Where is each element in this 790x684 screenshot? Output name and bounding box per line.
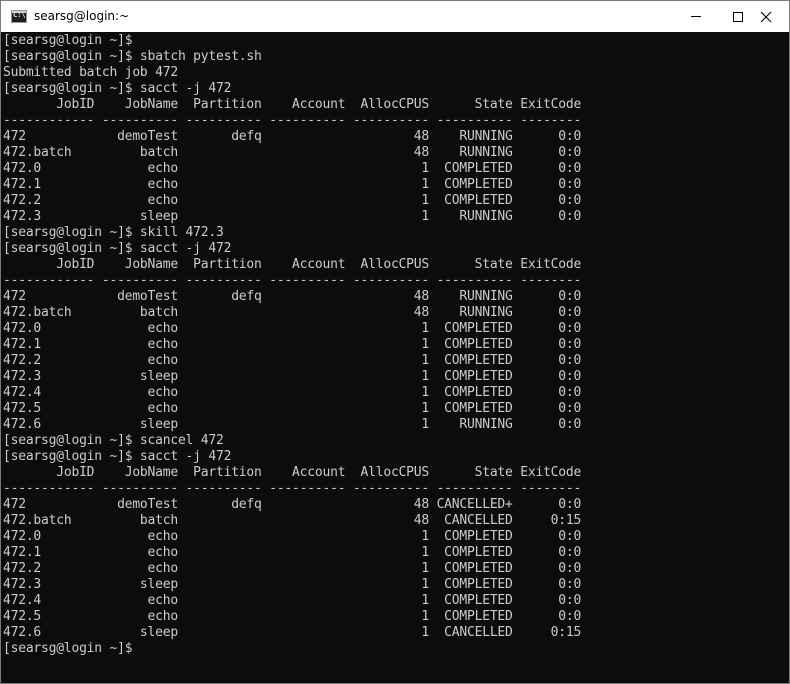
- console-line: 472.1 echo 1 COMPLETED 0:0: [3, 177, 582, 192]
- console-line: ------------ ---------- ---------- -----…: [3, 113, 582, 128]
- console-line: [searsg@login ~]$: [3, 641, 133, 656]
- console-line: JobID JobName Partition Account AllocCPU…: [3, 465, 582, 480]
- console-line: 472.3 sleep 1 COMPLETED 0:0: [3, 577, 582, 592]
- console-line: 472.0 echo 1 COMPLETED 0:0: [3, 161, 582, 176]
- console-line: 472.2 echo 1 COMPLETED 0:0: [3, 193, 582, 208]
- console-line: 472.4 echo 1 COMPLETED 0:0: [3, 385, 582, 400]
- console-line: 472.3 sleep 1 RUNNING 0:0: [3, 209, 582, 224]
- close-icon: [760, 11, 772, 22]
- console-line: 472.0 echo 1 COMPLETED 0:0: [3, 321, 582, 336]
- console-line: [searsg@login ~]$ sbatch pytest.sh: [3, 49, 262, 64]
- console-line: [searsg@login ~]$ sacct -j 472: [3, 81, 232, 96]
- console-line: 472.batch batch 48 RUNNING 0:0: [3, 305, 582, 320]
- console-line: 472.5 echo 1 COMPLETED 0:0: [3, 609, 582, 624]
- console-line: ------------ ---------- ---------- -----…: [3, 273, 582, 288]
- terminal-window: C:\. searsg@login:~ [searsg@login ~]$ [se…: [0, 0, 790, 684]
- console-line: 472.6 sleep 1 RUNNING 0:0: [3, 417, 582, 432]
- console-line: 472.1 echo 1 COMPLETED 0:0: [3, 337, 582, 352]
- app-icon-label: C:\.: [13, 11, 30, 19]
- close-button[interactable]: [743, 1, 789, 32]
- console-line: ------------ ---------- ---------- -----…: [3, 481, 582, 496]
- console-line: 472.2 echo 1 COMPLETED 0:0: [3, 353, 582, 368]
- console-line: 472.batch batch 48 RUNNING 0:0: [3, 145, 582, 160]
- console-line: 472.4 echo 1 COMPLETED 0:0: [3, 593, 582, 608]
- console-line: 472.0 echo 1 COMPLETED 0:0: [3, 529, 582, 544]
- console-line: 472 demoTest defq 48 RUNNING 0:0: [3, 129, 582, 144]
- console-line: 472 demoTest defq 48 RUNNING 0:0: [3, 289, 582, 304]
- console-lines: [searsg@login ~]$ [searsg@login ~]$ sbatc…: [3, 33, 581, 657]
- console-line: 472 demoTest defq 48 CANCELLED+ 0:0: [3, 497, 582, 512]
- minimize-button[interactable]: [673, 1, 719, 32]
- console-output[interactable]: [searsg@login ~]$ [searsg@login ~]$ sbatc…: [2, 32, 788, 683]
- console-line: [searsg@login ~]$: [3, 33, 133, 48]
- console-line: 472.3 sleep 1 COMPLETED 0:0: [3, 369, 582, 384]
- minimize-icon: [691, 16, 701, 17]
- console-line: [searsg@login ~]$ sacct -j 472: [3, 449, 232, 464]
- console-app-icon[interactable]: C:\.: [11, 10, 30, 23]
- window-title: searsg@login:~: [34, 9, 130, 23]
- console-line: 472.1 echo 1 COMPLETED 0:0: [3, 545, 582, 560]
- console-line: JobID JobName Partition Account AllocCPU…: [3, 257, 582, 272]
- console-line: [searsg@login ~]$ sacct -j 472: [3, 241, 232, 256]
- maximize-icon: [733, 11, 743, 22]
- console-line: 472.5 echo 1 COMPLETED 0:0: [3, 401, 582, 416]
- console-line: [searsg@login ~]$ scancel 472: [3, 433, 224, 448]
- console-line: JobID JobName Partition Account AllocCPU…: [3, 97, 582, 112]
- console-line: [searsg@login ~]$ skill 472.3: [3, 225, 224, 240]
- console-line: Submitted batch job 472: [3, 65, 178, 80]
- console-line: 472.batch batch 48 CANCELLED 0:15: [3, 513, 582, 528]
- console-line: 472.6 sleep 1 CANCELLED 0:15: [3, 625, 582, 640]
- title-bar[interactable]: C:\. searsg@login:~: [1, 1, 789, 32]
- console-line: 472.2 echo 1 COMPLETED 0:0: [3, 561, 582, 576]
